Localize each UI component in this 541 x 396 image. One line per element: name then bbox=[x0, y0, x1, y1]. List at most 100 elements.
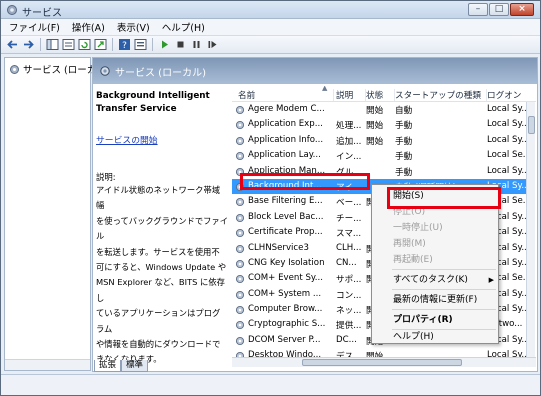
tree-item-services-local[interactable]: サービス (ローカ bbox=[9, 62, 96, 76]
column-header-logon[interactable]: ログオン bbox=[487, 89, 532, 101]
highlight-start-menu-item bbox=[387, 187, 501, 209]
table-row[interactable]: Application Info... 追加... 開始 手動 Local Sy... bbox=[232, 133, 528, 148]
pause-icon[interactable] bbox=[190, 38, 203, 51]
service-description-cell: CN... bbox=[336, 257, 357, 268]
menu-action[interactable]: 操作(A) bbox=[70, 19, 107, 35]
export-list-icon[interactable] bbox=[94, 38, 107, 51]
context-menu-help[interactable]: ヘルプ(H) bbox=[372, 329, 498, 345]
service-description-cell: チー... bbox=[336, 213, 362, 224]
service-name-line: Background Intelligent bbox=[96, 91, 210, 101]
toolbar-separator bbox=[112, 38, 113, 51]
console-view-icon[interactable] bbox=[62, 38, 75, 51]
toolbar: ? bbox=[1, 36, 540, 54]
service-description-cell: CLH... bbox=[336, 242, 362, 253]
column-header-status[interactable]: 状態 bbox=[366, 89, 395, 101]
all-tasks-label: すべてのタスク(K) bbox=[393, 275, 468, 285]
service-description-cell: スマ... bbox=[336, 229, 362, 240]
gear-icon bbox=[235, 244, 245, 253]
gear-icon bbox=[235, 306, 245, 315]
start-service-link[interactable]: サービスの開始 bbox=[96, 134, 158, 149]
horizontal-scroll-thumb[interactable] bbox=[302, 359, 462, 366]
restart-icon[interactable] bbox=[206, 38, 219, 51]
service-description-cell: サポ... bbox=[336, 275, 362, 286]
service-logon-cell: Local Sy... bbox=[487, 119, 528, 130]
properties-icon[interactable] bbox=[134, 38, 147, 51]
gear-icon bbox=[235, 321, 245, 330]
description-line: や情報を自動的にダウンロードで bbox=[96, 339, 221, 350]
table-row[interactable]: Application Lay... イン... 手動 Local Se... bbox=[232, 148, 528, 163]
selected-service-name: Background Intelligent Transfer Service bbox=[96, 90, 228, 116]
service-name-cell: Cryptographic S... bbox=[248, 319, 326, 330]
menu-file[interactable]: ファイル(F) bbox=[7, 19, 62, 35]
svg-text:?: ? bbox=[122, 41, 127, 51]
service-startup-cell: 自動 bbox=[395, 106, 413, 116]
gear-icon bbox=[235, 121, 245, 130]
vertical-scrollbar[interactable] bbox=[526, 102, 535, 358]
menu-help[interactable]: ヘルプ(H) bbox=[160, 19, 207, 35]
refresh-icon[interactable] bbox=[78, 38, 91, 51]
maximize-button[interactable]: □ bbox=[489, 3, 509, 16]
gear-icon bbox=[235, 290, 245, 299]
vertical-scroll-thumb[interactable] bbox=[528, 116, 535, 134]
context-menu-properties[interactable]: プロパティ(R) bbox=[372, 312, 498, 328]
context-menu-refresh[interactable]: 最新の情報に更新(F) bbox=[372, 292, 498, 308]
close-button[interactable]: × bbox=[510, 3, 534, 16]
table-row[interactable]: Agere Modem C... 開始 自動 Local Sy... bbox=[232, 102, 528, 117]
status-bar bbox=[1, 374, 540, 395]
context-menu-restart[interactable]: 再起動(E) bbox=[372, 252, 498, 268]
play-icon[interactable] bbox=[158, 38, 171, 51]
pane-header-title: サービス (ローカル) bbox=[115, 67, 206, 79]
menu-bar: ファイル(F) 操作(A) 表示(V) ヘルプ(H) bbox=[1, 19, 540, 36]
gear-icon bbox=[235, 259, 245, 268]
services-app-icon bbox=[7, 5, 17, 15]
service-name-cell: Application Lay... bbox=[248, 150, 321, 161]
service-name-cell: DCOM Server P... bbox=[248, 334, 321, 345]
help-icon[interactable]: ? bbox=[118, 38, 131, 51]
back-icon[interactable] bbox=[6, 38, 19, 51]
gear-icon bbox=[235, 336, 245, 345]
context-menu-separator bbox=[392, 309, 496, 310]
service-status-cell: 開始 bbox=[366, 106, 384, 116]
service-status-cell: 開始 bbox=[366, 136, 384, 147]
column-header-description[interactable]: 説明 bbox=[336, 89, 366, 101]
tab-standard[interactable]: 標準 bbox=[121, 360, 149, 372]
context-menu-resume[interactable]: 再開(M) bbox=[372, 236, 498, 252]
show-hide-tree-icon[interactable] bbox=[46, 38, 59, 51]
description-line: 可にすると、Windows Update や bbox=[96, 262, 227, 273]
column-header-name[interactable]: 名前 bbox=[238, 89, 334, 101]
description-text: アイドル状態のネットワーク帯域幅 を使ってバックグラウンドでファイル を転送しま… bbox=[96, 183, 228, 368]
service-startup-cell: 手動 bbox=[395, 136, 413, 147]
horizontal-scrollbar[interactable] bbox=[232, 357, 536, 367]
gear-icon bbox=[235, 198, 245, 207]
tree-horizontal-scrollbar[interactable] bbox=[5, 359, 90, 370]
service-name-line: Transfer Service bbox=[96, 104, 177, 114]
description-line: を転送します。サービスを使用不 bbox=[96, 246, 220, 257]
service-description-cell: 追加... bbox=[336, 136, 362, 147]
context-menu-pause[interactable]: 一時停止(U) bbox=[372, 220, 498, 236]
gear-icon bbox=[235, 275, 245, 284]
sort-arrow-icon: ▲ bbox=[322, 86, 328, 92]
description-panel: Background Intelligent Transfer Service … bbox=[96, 90, 228, 364]
minimize-button[interactable]: – bbox=[468, 3, 488, 16]
console-tree: サービス (ローカ bbox=[4, 57, 96, 371]
context-menu-separator bbox=[392, 289, 496, 290]
tab-extended[interactable]: 拡張 bbox=[94, 360, 122, 372]
service-name-cell: CLHNService3 bbox=[248, 242, 309, 253]
table-row[interactable]: Application Exp... 処理... 開始 手動 Local Sy... bbox=[232, 117, 528, 132]
service-name-cell: Block Level Bac... bbox=[248, 211, 324, 222]
forward-icon[interactable] bbox=[22, 38, 35, 51]
service-name-cell: Certificate Prop... bbox=[248, 227, 323, 238]
service-logon-cell: Local Sy... bbox=[487, 134, 528, 145]
gear-icon bbox=[235, 229, 245, 238]
column-header-startup-type[interactable]: スタートアップの種類 bbox=[395, 89, 487, 101]
menu-view[interactable]: 表示(V) bbox=[115, 19, 152, 35]
service-name-cell: Application Info... bbox=[248, 134, 324, 145]
stop-icon[interactable] bbox=[174, 38, 187, 51]
gear-icon bbox=[10, 64, 19, 74]
description-line: アイドル状態のネットワーク帯域幅 bbox=[96, 185, 221, 211]
services-window: サービス – □ × ファイル(F) 操作(A) 表示(V) ヘルプ(H) ? … bbox=[0, 0, 541, 396]
title-bar[interactable]: サービス – □ × bbox=[1, 1, 540, 19]
context-menu-all-tasks[interactable]: すべてのタスク(K) ▶ bbox=[372, 272, 498, 288]
tree-item-label: サービス (ローカ bbox=[23, 65, 97, 76]
service-description-cell: イン... bbox=[336, 152, 362, 163]
